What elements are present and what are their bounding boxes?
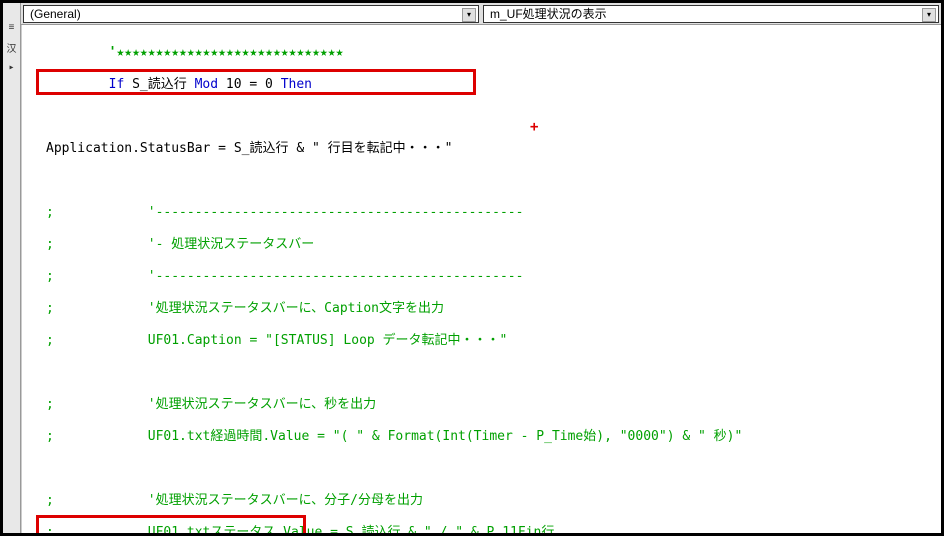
left-toolbar: ≡ 汉 ▸ [3,3,21,533]
object-dropdown[interactable]: (General) ▾ [23,5,479,23]
code-text: '★★★★★★★★★★★★★★★★★★★★★★★★★★★★★ [46,45,343,60]
chevron-down-icon[interactable]: ▾ [922,8,936,22]
object-proc-bar: (General) ▾ m_UF処理状況の表示 ▾ [21,3,941,25]
toolbar-btn1[interactable]: ≡ [8,23,14,34]
highlighted-line-1: Application.StatusBar = S_読込行 & " 行目を転記中… [46,141,941,157]
ide-window: ≡ 汉 ▸ (General) ▾ m_UF処理状況の表示 ▾ '★★★★★★★… [0,0,944,536]
chevron-down-icon[interactable]: ▾ [462,8,476,22]
procedure-dropdown[interactable]: m_UF処理状況の表示 ▾ [483,5,939,23]
code-editor[interactable]: '★★★★★★★★★★★★★★★★★★★★★★★★★★★★★ If S_読込行 … [21,25,941,533]
main-area: (General) ▾ m_UF処理状況の表示 ▾ '★★★★★★★★★★★★★… [21,3,941,533]
toolbar-btn2[interactable]: 汉 [7,40,17,56]
toolbar-btn3[interactable]: ▸ [8,62,14,74]
object-dropdown-value: (General) [30,7,81,21]
procedure-dropdown-value: m_UF処理状況の表示 [490,5,607,22]
